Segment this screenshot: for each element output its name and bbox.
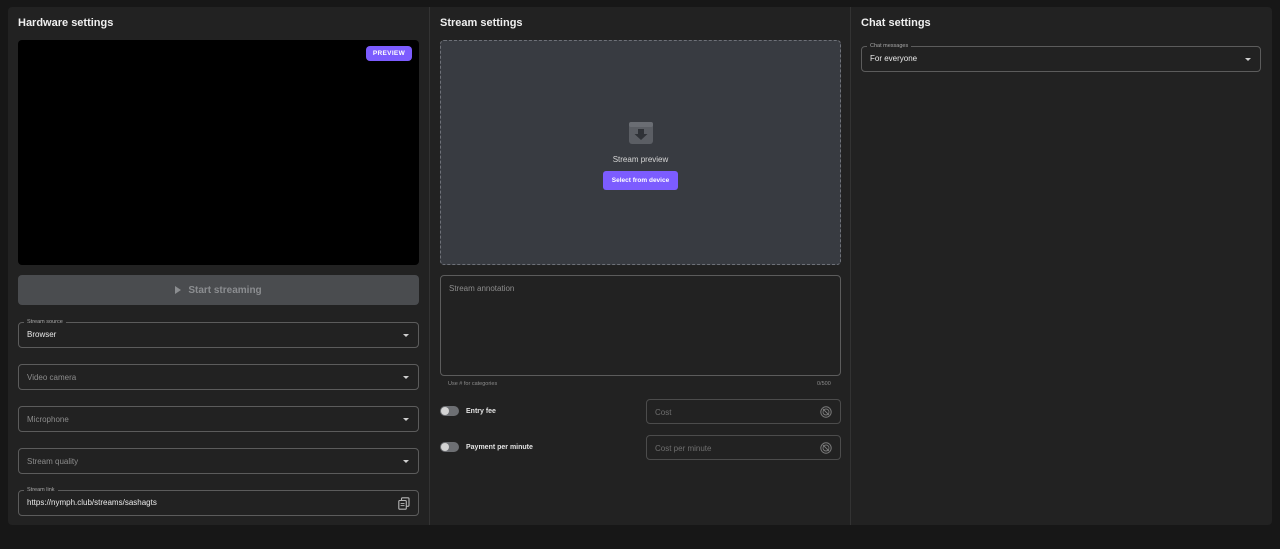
copy-icon[interactable] xyxy=(398,497,410,510)
chat-messages-value: For everyone xyxy=(870,54,918,63)
chevron-down-icon xyxy=(403,334,409,337)
hardware-settings-column: Hardware settings PREVIEW Start streamin… xyxy=(8,7,429,525)
chat-messages-select[interactable]: Chat messages For everyone xyxy=(861,42,1261,72)
stream-preview-dropzone[interactable]: Stream preview Select from device xyxy=(440,40,841,265)
stream-link-field[interactable]: Stream link https://nymph.club/streams/s… xyxy=(18,486,419,516)
payment-per-minute-label: Payment per minute xyxy=(466,443,533,451)
hardware-settings-title: Hardware settings xyxy=(18,17,114,29)
cost-placeholder: Cost xyxy=(655,408,672,417)
stream-quality-placeholder: Stream quality xyxy=(27,457,79,466)
play-icon xyxy=(175,286,182,294)
stream-quality-select[interactable]: Stream quality xyxy=(18,448,419,474)
stream-source-select[interactable]: Stream source Browser xyxy=(18,318,419,348)
annotation-counter: 0/500 xyxy=(817,381,831,387)
start-streaming-label: Start streaming xyxy=(188,284,262,296)
chevron-down-icon xyxy=(403,376,409,379)
entry-fee-toggle[interactable] xyxy=(440,406,459,416)
stream-annotation-placeholder: Stream annotation xyxy=(449,284,515,293)
stream-link-value: https://nymph.club/streams/sashagts xyxy=(27,498,157,507)
stream-settings-title: Stream settings xyxy=(440,17,523,29)
settings-panel: Hardware settings PREVIEW Start streamin… xyxy=(8,7,1272,525)
cost-per-minute-placeholder: Cost per minute xyxy=(655,444,712,453)
start-streaming-button[interactable]: Start streaming xyxy=(18,275,419,305)
chat-settings-title: Chat settings xyxy=(861,17,931,29)
stream-settings-column: Stream settings Stream preview Select fr… xyxy=(429,7,850,525)
microphone-placeholder: Microphone xyxy=(27,415,69,424)
chevron-down-icon xyxy=(403,418,409,421)
toggle-knob xyxy=(441,407,449,415)
cost-input[interactable]: Cost xyxy=(646,399,841,424)
video-camera-select[interactable]: Video camera xyxy=(18,364,419,390)
coin-icon xyxy=(820,442,832,454)
stream-link-label: Stream link xyxy=(24,486,58,495)
chat-settings-column: Chat settings Chat messages For everyone xyxy=(850,7,1272,525)
annotation-hint: Use # for categories xyxy=(448,381,498,387)
stream-source-label: Stream source xyxy=(24,318,66,327)
chat-messages-label: Chat messages xyxy=(867,42,912,51)
payment-per-minute-row: Payment per minute xyxy=(440,441,533,453)
entry-fee-row: Entry fee xyxy=(440,405,496,417)
camera-preview: PREVIEW xyxy=(18,40,419,265)
select-from-device-button[interactable]: Select from device xyxy=(603,171,678,190)
stream-source-value: Browser xyxy=(27,330,57,339)
entry-fee-label: Entry fee xyxy=(466,407,496,415)
cost-per-minute-input[interactable]: Cost per minute xyxy=(646,435,841,460)
coin-icon xyxy=(820,406,832,418)
chevron-down-icon xyxy=(403,460,409,463)
video-camera-placeholder: Video camera xyxy=(27,373,77,382)
toggle-knob xyxy=(441,443,449,451)
download-tray-icon xyxy=(629,122,653,144)
microphone-select[interactable]: Microphone xyxy=(18,406,419,432)
preview-badge: PREVIEW xyxy=(365,46,412,61)
payment-per-minute-toggle[interactable] xyxy=(440,442,459,452)
chevron-down-icon xyxy=(1245,58,1251,61)
stream-preview-label: Stream preview xyxy=(612,155,669,164)
stream-annotation-textarea[interactable]: Stream annotation xyxy=(440,275,841,376)
